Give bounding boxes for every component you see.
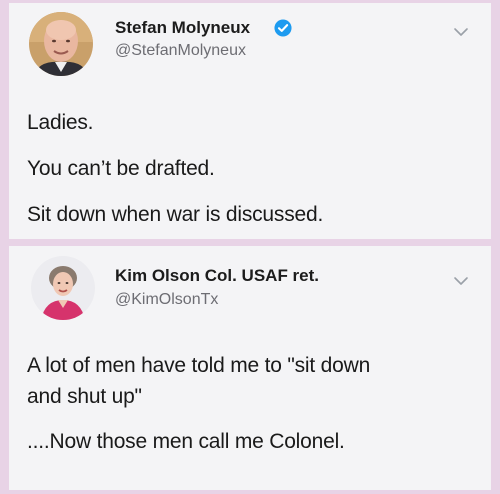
tweet-line: You can’t be drafted.	[27, 157, 215, 180]
handle[interactable]: @StefanMolyneux	[115, 42, 246, 60]
tweet-line: and shut up"	[27, 385, 142, 408]
woman-avatar-icon	[31, 256, 95, 320]
tweet-card[interactable]: Kim Olson Col. USAF ret. @KimOlsonTx A l…	[9, 246, 491, 490]
tweet-text: A lot of men have told me to "sit down a…	[27, 350, 473, 471]
avatar[interactable]	[29, 12, 93, 76]
tweet-card[interactable]: Stefan Molyneux @StefanMolyneux Ladies. …	[9, 3, 491, 239]
chevron-down-icon[interactable]	[453, 276, 469, 286]
display-name[interactable]: Stefan Molyneux	[115, 18, 250, 38]
chevron-down-icon[interactable]	[453, 27, 469, 37]
tweet-text: Ladies. You can’t be drafted. Sit down w…	[27, 111, 473, 251]
display-name[interactable]: Kim Olson Col. USAF ret.	[115, 266, 319, 286]
tweet-line: Sit down when war is discussed.	[27, 203, 324, 226]
avatar[interactable]	[31, 256, 95, 320]
handle[interactable]: @KimOlsonTx	[115, 291, 218, 309]
tweet-line: A lot of men have told me to "sit down	[27, 354, 371, 377]
tweet-line: ....Now those men call me Colonel.	[27, 430, 345, 453]
tweet-line: Ladies.	[27, 111, 94, 134]
bald-man-avatar-icon	[29, 12, 93, 76]
verified-badge-icon	[274, 19, 292, 37]
